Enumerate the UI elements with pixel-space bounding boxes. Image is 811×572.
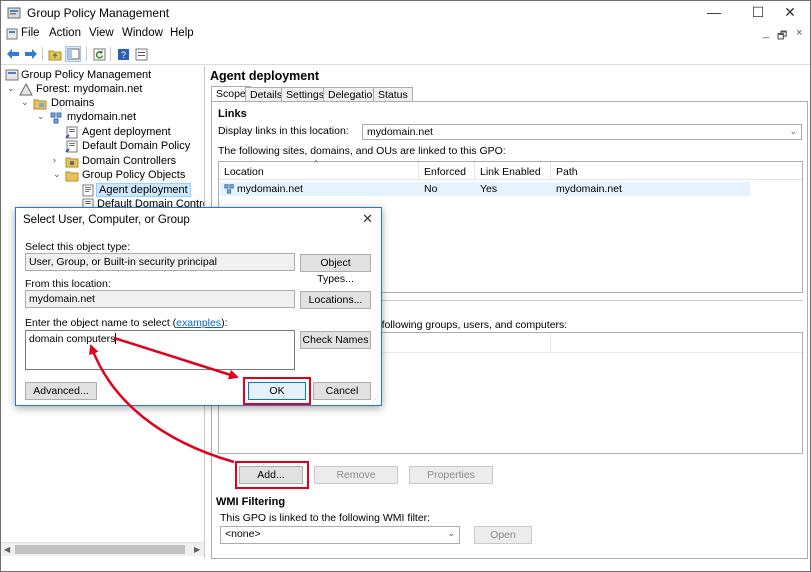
menu-view[interactable]: View	[89, 27, 114, 39]
chevron-down-icon: ⌄	[447, 528, 455, 538]
toolbar-separator	[110, 47, 111, 61]
links-list-header: Location ^ Enforced Link Enabled Path	[219, 159, 802, 180]
chevron-down-icon: ⌄	[789, 126, 797, 136]
object-types-button[interactable]: Object Types...	[300, 254, 371, 285]
mdi-minimize-button[interactable]: _	[763, 27, 769, 39]
object-type-label: Select this object type:	[25, 241, 131, 253]
tab-status[interactable]: Status	[373, 87, 413, 102]
menu-window[interactable]: Window	[122, 27, 163, 39]
domain-icon	[50, 112, 62, 124]
gpo-icon	[82, 184, 94, 197]
ok-button-highlight	[243, 377, 311, 405]
minimize-button[interactable]: —	[692, 1, 736, 25]
cancel-button[interactable]: Cancel	[313, 382, 371, 400]
expand-chevron-icon[interactable]: ⌄	[7, 83, 16, 94]
location-field: mydomain.net	[25, 290, 295, 308]
menu-action[interactable]: Action	[49, 27, 81, 39]
resize-grip-icon[interactable]: ⋰	[372, 395, 379, 403]
expand-chevron-icon[interactable]: ⌄	[53, 169, 62, 180]
toolbar-separator	[42, 47, 43, 61]
wmi-filter-dropdown[interactable]: <none> ⌄	[220, 526, 460, 544]
folder-icon	[65, 171, 79, 182]
object-name-input[interactable]: domain computers	[25, 330, 295, 370]
column-link-enabled[interactable]: Link Enabled	[480, 166, 541, 178]
display-links-label: Display links in this location:	[218, 125, 349, 137]
table-row[interactable]: mydomain.net No Yes mydomain.net	[220, 182, 750, 196]
cell-link-enabled: Yes	[480, 183, 498, 195]
enter-object-name-label: Enter the object name to select (example…	[25, 317, 228, 329]
toolbar-separator	[86, 47, 87, 61]
properties-button[interactable]: Properties	[409, 466, 493, 484]
select-user-computer-group-dialog: Select User, Computer, or Group ✕ Select…	[15, 207, 382, 406]
column-path[interactable]: Path	[556, 166, 578, 178]
gpm-window: Group Policy Management — ☐ ✕ File Actio…	[0, 0, 811, 572]
add-button-highlight	[235, 461, 309, 489]
refresh-icon[interactable]	[91, 46, 107, 62]
wmi-heading: WMI Filtering	[216, 496, 286, 508]
menu-file[interactable]: File	[21, 27, 40, 39]
scrollbar-thumb[interactable]	[15, 545, 185, 554]
domains-icon	[33, 99, 47, 110]
window-title: Group Policy Management	[27, 6, 170, 20]
console-icon[interactable]	[5, 27, 19, 41]
wmi-filter-label: This GPO is linked to the following WMI …	[220, 512, 431, 524]
domain-icon	[224, 184, 234, 194]
column-enforced[interactable]: Enforced	[424, 166, 466, 178]
gpo-link-icon	[65, 126, 78, 139]
tree-horizontal-scrollbar[interactable]: ◀ ▶	[1, 542, 204, 557]
collapsed-chevron-icon[interactable]: ›	[53, 155, 62, 165]
location-label: From this location:	[25, 278, 111, 290]
folder-up-icon[interactable]	[47, 46, 63, 62]
svg-text:?: ?	[120, 50, 125, 60]
menu-help[interactable]: Help	[170, 27, 194, 39]
links-location-dropdown[interactable]: mydomain.net ⌄	[362, 124, 802, 140]
forward-icon[interactable]	[23, 46, 39, 62]
title-bar: Group Policy Management — ☐ ✕	[1, 1, 810, 25]
cell-location: mydomain.net	[237, 183, 303, 195]
forest-icon	[19, 83, 33, 96]
properties-icon[interactable]	[133, 46, 149, 62]
linked-ous-label: The following sites, domains, and OUs ar…	[218, 145, 506, 157]
cell-enforced: No	[424, 183, 438, 195]
locations-button[interactable]: Locations...	[300, 291, 371, 309]
help-icon[interactable]: ?	[115, 46, 131, 62]
remove-button[interactable]: Remove	[314, 466, 398, 484]
console-tree-icon[interactable]	[65, 46, 81, 62]
expand-chevron-icon[interactable]: ⌄	[21, 97, 30, 108]
advanced-button[interactable]: Advanced...	[25, 382, 97, 400]
expand-chevron-icon[interactable]: ⌄	[37, 111, 46, 122]
gpm-app-icon	[7, 7, 21, 19]
tab-settings[interactable]: Settings	[281, 87, 329, 102]
mdi-close-button[interactable]: ×	[796, 27, 802, 39]
gpm-icon	[5, 69, 19, 81]
back-icon[interactable]	[5, 46, 21, 62]
close-button[interactable]: ✕	[768, 1, 811, 25]
cell-path: mydomain.net	[556, 183, 622, 195]
dialog-close-icon[interactable]: ✕	[362, 211, 373, 227]
gpo-link-icon	[65, 140, 78, 153]
toolbar: ?	[1, 43, 810, 65]
wmi-open-button[interactable]: Open	[474, 526, 532, 544]
gpo-title: Agent deployment	[210, 69, 320, 83]
object-type-field: User, Group, or Built-in security princi…	[25, 253, 295, 271]
menu-bar: File Action View Window Help _ 🗗 ×	[1, 25, 810, 43]
links-heading: Links	[218, 108, 247, 120]
ou-icon	[65, 157, 79, 168]
examples-link[interactable]: examples	[176, 317, 221, 329]
security-filtering-label: he following groups, users, and computer…	[367, 319, 568, 331]
scroll-left-icon[interactable]: ◀	[4, 543, 10, 557]
dialog-title: Select User, Computer, or Group	[23, 214, 190, 226]
check-names-button[interactable]: Check Names	[300, 331, 371, 349]
sort-ascending-icon: ^	[314, 159, 318, 168]
scroll-right-icon[interactable]: ▶	[194, 543, 200, 557]
column-location[interactable]: Location	[224, 166, 264, 178]
